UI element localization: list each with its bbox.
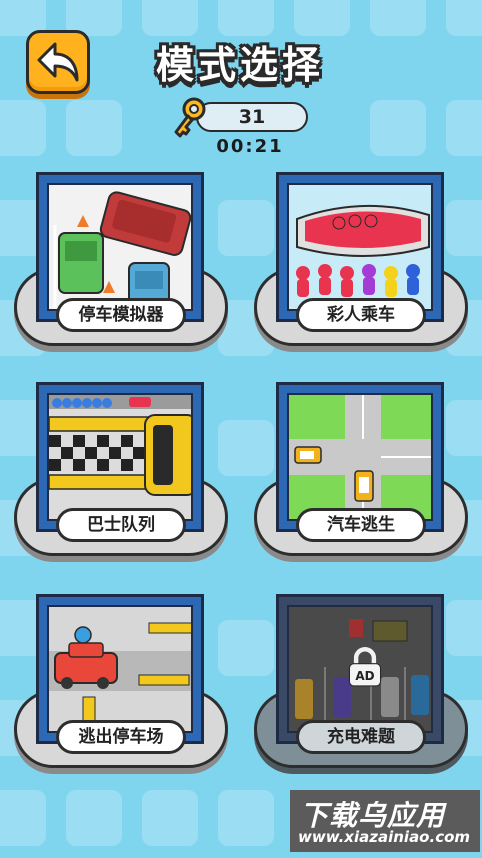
mode-card-escape-parking-lot[interactable]: 逃出停车场 — [14, 594, 228, 772]
watermark-url: www.xiazainiao.com — [298, 828, 471, 846]
card-preview-image — [287, 393, 433, 521]
ad-badge: AD — [355, 669, 375, 683]
mode-card-charging-puzzle[interactable]: AD 充电难题 — [254, 594, 468, 772]
mode-card-color-people-ride[interactable]: 彩人乘车 — [254, 172, 468, 350]
card-preview-image — [47, 605, 193, 733]
key-icon — [174, 97, 206, 138]
card-preview-image — [47, 393, 193, 521]
page-title: 模式选择 — [155, 43, 324, 87]
card-preview-image: AD — [287, 605, 433, 733]
mode-card-bus-queue[interactable]: 巴士队列 — [14, 382, 228, 560]
timer: 00:21 — [216, 136, 284, 157]
mode-label: 逃出停车场 — [56, 720, 186, 754]
mode-label: 巴士队列 — [56, 508, 186, 542]
mode-card-car-escape[interactable]: 汽车逃生 — [254, 382, 468, 560]
key-counter: 31 — [196, 102, 308, 132]
mode-label: 彩人乘车 — [296, 298, 426, 332]
back-button[interactable] — [26, 30, 90, 94]
card-preview-image — [287, 183, 433, 311]
mode-card-parking-simulator[interactable]: 停车模拟器 — [14, 172, 228, 350]
mode-label: 汽车逃生 — [296, 508, 426, 542]
watermark: 下载乌应用 www.xiazainiao.com — [290, 790, 480, 852]
back-arrow-icon — [37, 42, 79, 82]
mode-label: 充电难题 — [296, 720, 426, 754]
card-preview-image — [47, 183, 193, 311]
mode-label: 停车模拟器 — [56, 298, 186, 332]
key-count: 31 — [238, 106, 266, 128]
